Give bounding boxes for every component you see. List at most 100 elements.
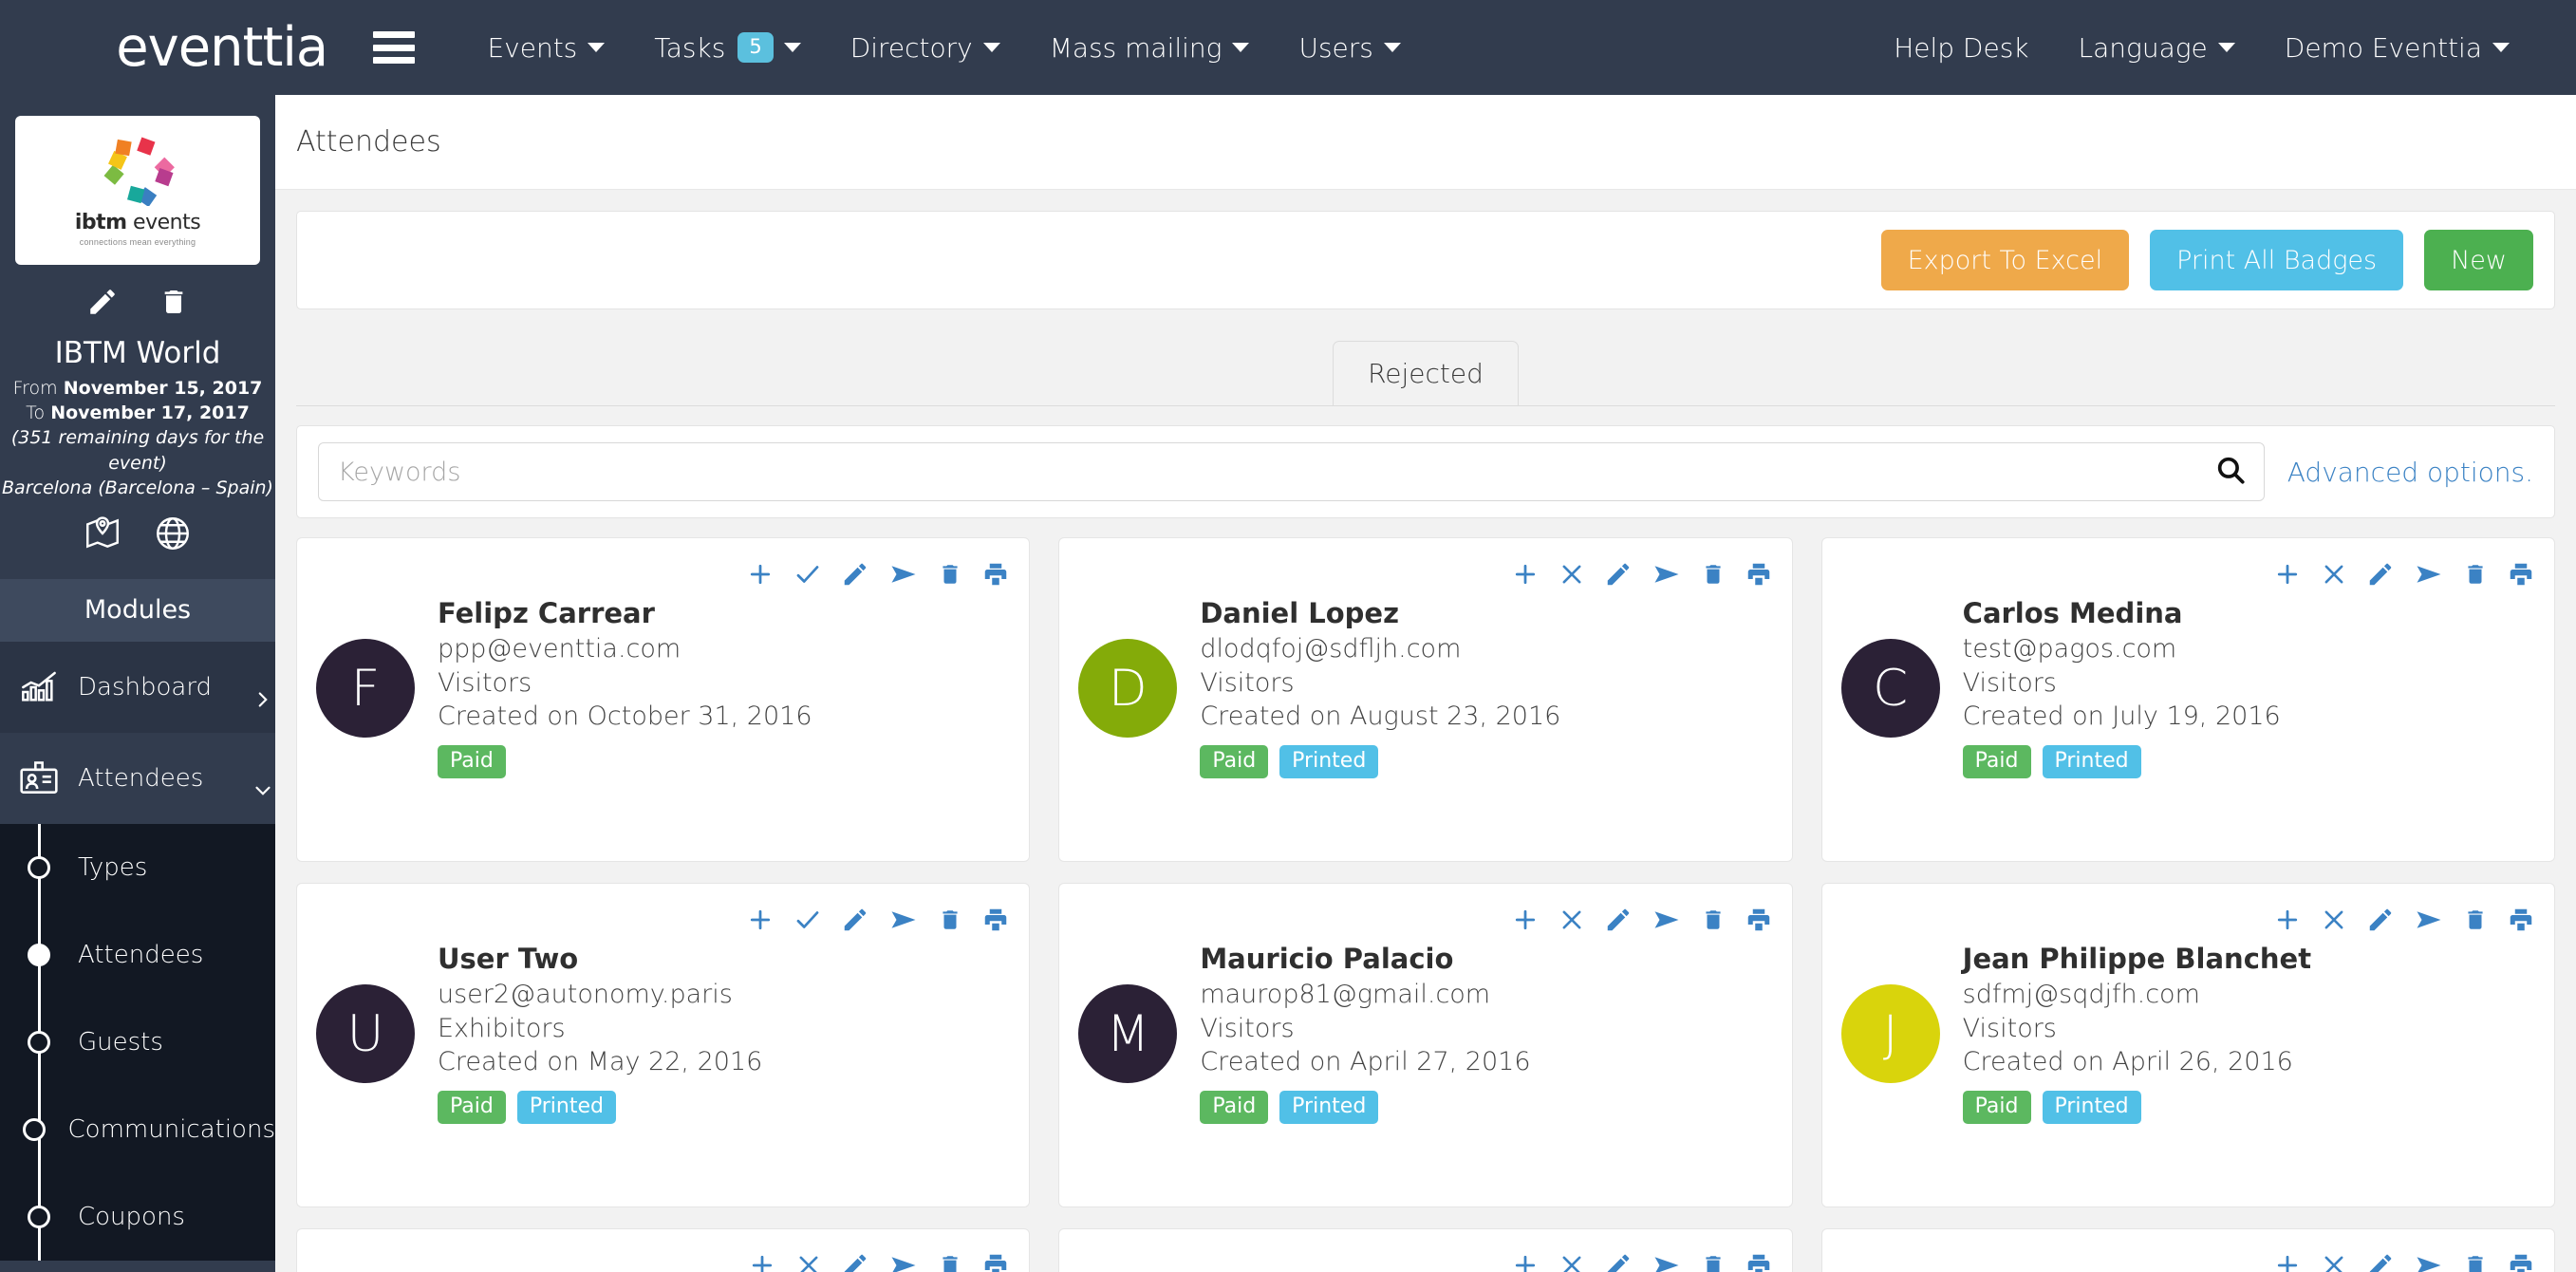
trash-icon[interactable]	[1701, 1251, 1726, 1272]
plus-icon[interactable]	[746, 560, 775, 589]
nav-item-users[interactable]: Users	[1274, 32, 1425, 64]
attendee-card[interactable]: CCarlos Medinatest@pagos.comVisitorsCrea…	[1821, 537, 2555, 862]
status-badges: PaidPrinted	[1963, 745, 2535, 778]
globe-icon[interactable]	[153, 514, 193, 558]
pencil-icon[interactable]	[841, 560, 869, 589]
attendee-card[interactable]	[1821, 1228, 2555, 1272]
plus-icon[interactable]	[1511, 1251, 1540, 1272]
trash-icon[interactable]	[938, 560, 962, 589]
send-icon[interactable]	[1652, 906, 1682, 934]
sidebar-subitem-coupons[interactable]: Coupons	[0, 1173, 275, 1261]
nav-item-events[interactable]: Events	[462, 32, 629, 64]
pencil-icon[interactable]	[2366, 1251, 2395, 1272]
attendee-card[interactable]: UUser Twouser2@autonomy.parisExhibitorsC…	[296, 883, 1030, 1207]
card-action-bar	[316, 1244, 1010, 1272]
attendee-email: dlodqfoj@sdfljh.com	[1200, 632, 1772, 666]
tab-rejected[interactable]: Rejected	[1333, 341, 1519, 405]
sidebar-subitem-communications[interactable]: Communications	[0, 1086, 275, 1173]
send-icon[interactable]	[2414, 906, 2444, 934]
brand-logo[interactable]: eventtia	[116, 21, 327, 75]
printer-icon[interactable]	[1745, 906, 1773, 934]
send-icon[interactable]	[1652, 1251, 1682, 1272]
send-icon[interactable]	[888, 906, 919, 934]
printer-icon[interactable]	[981, 560, 1010, 589]
sidebar-item-dashboard[interactable]: Dashboard	[0, 642, 275, 733]
send-icon[interactable]	[2414, 560, 2444, 589]
sidebar-subitem-attendees[interactable]: Attendees	[0, 911, 275, 999]
main-content: Attendees Export To Excel Print All Badg…	[275, 95, 2576, 1272]
plus-icon[interactable]	[748, 1251, 776, 1272]
x-icon[interactable]	[795, 1252, 822, 1272]
export-to-excel-button[interactable]: Export To Excel	[1881, 230, 2130, 290]
printer-icon[interactable]	[2507, 906, 2535, 934]
attendee-email: user2@autonomy.paris	[438, 978, 1010, 1012]
x-icon[interactable]	[1559, 561, 1585, 588]
nav-item-help-desk[interactable]: Help Desk	[1869, 32, 2053, 64]
badge-id-icon	[9, 758, 68, 799]
send-icon[interactable]	[888, 1251, 919, 1272]
search-input[interactable]	[338, 458, 2214, 487]
plus-icon[interactable]	[2273, 1251, 2302, 1272]
attendee-card[interactable]: FFelipz Carrearppp@eventtia.comVisitorsC…	[296, 537, 1030, 862]
x-icon[interactable]	[2321, 1252, 2347, 1272]
send-icon[interactable]	[888, 560, 919, 589]
printer-icon[interactable]	[2507, 1251, 2535, 1272]
printer-icon[interactable]	[981, 906, 1010, 934]
plus-icon[interactable]	[746, 906, 775, 934]
card-info: Carlos Medinatest@pagos.comVisitorsCreat…	[1963, 597, 2535, 778]
x-icon[interactable]	[2321, 907, 2347, 933]
sidebar-subitem-types[interactable]: Types	[0, 824, 275, 911]
send-icon[interactable]	[2414, 1251, 2444, 1272]
map-icon[interactable]	[83, 514, 122, 558]
trash-icon[interactable]	[159, 286, 189, 323]
trash-icon[interactable]	[2463, 1251, 2488, 1272]
sidebar-item-attendees[interactable]: Attendees	[0, 733, 275, 824]
search-icon[interactable]	[2214, 454, 2247, 491]
nav-item-demo-eventtia[interactable]: Demo Eventtia	[2260, 32, 2534, 64]
nav-item-directory[interactable]: Directory	[826, 32, 1025, 64]
sidebar-subitem-guests[interactable]: Guests	[0, 999, 275, 1086]
attendee-card[interactable]: DDaniel Lopezdlodqfoj@sdfljh.comVisitors…	[1058, 537, 1792, 862]
pencil-icon[interactable]	[1604, 560, 1633, 589]
nav-item-tasks[interactable]: Tasks5	[629, 32, 825, 64]
printer-icon[interactable]	[2507, 560, 2535, 589]
status-badge: Printed	[2043, 1091, 2141, 1124]
trash-icon[interactable]	[938, 1251, 962, 1272]
pencil-icon[interactable]	[1604, 906, 1633, 934]
pencil-icon[interactable]	[2366, 906, 2395, 934]
pencil-icon[interactable]	[841, 906, 869, 934]
attendee-card[interactable]	[296, 1228, 1030, 1272]
nav-item-mass-mailing[interactable]: Mass mailing	[1025, 32, 1275, 64]
pencil-icon[interactable]	[1604, 1251, 1633, 1272]
send-icon[interactable]	[1652, 560, 1682, 589]
attendee-card[interactable]: JJean Philippe Blanchetsdfmj@sqdjfh.comV…	[1821, 883, 2555, 1207]
attendee-card[interactable]: MMauricio Palaciomaurop81@gmail.comVisit…	[1058, 883, 1792, 1207]
x-icon[interactable]	[1559, 907, 1585, 933]
nav-item-language[interactable]: Language	[2054, 32, 2260, 64]
printer-icon[interactable]	[1745, 1251, 1773, 1272]
new-button[interactable]: New	[2424, 230, 2533, 290]
pencil-icon[interactable]	[86, 286, 119, 323]
trash-icon[interactable]	[1701, 906, 1726, 934]
printer-icon[interactable]	[981, 1251, 1010, 1272]
pencil-icon[interactable]	[841, 1251, 869, 1272]
x-icon[interactable]	[1559, 1252, 1585, 1272]
trash-icon[interactable]	[1701, 560, 1726, 589]
hamburger-icon[interactable]	[373, 31, 415, 64]
plus-icon[interactable]	[1511, 560, 1540, 589]
trash-icon[interactable]	[2463, 906, 2488, 934]
plus-icon[interactable]	[1511, 906, 1540, 934]
trash-icon[interactable]	[2463, 560, 2488, 589]
attendee-card[interactable]	[1058, 1228, 1792, 1272]
x-icon[interactable]	[2321, 561, 2347, 588]
print-all-badges-button[interactable]: Print All Badges	[2150, 230, 2403, 290]
trash-icon[interactable]	[938, 906, 962, 934]
advanced-options-link[interactable]: Advanced options.	[2287, 457, 2533, 488]
check-icon[interactable]	[793, 906, 822, 934]
search-box[interactable]	[318, 442, 2265, 501]
plus-icon[interactable]	[2273, 560, 2302, 589]
plus-icon[interactable]	[2273, 906, 2302, 934]
pencil-icon[interactable]	[2366, 560, 2395, 589]
check-icon[interactable]	[793, 560, 822, 589]
printer-icon[interactable]	[1745, 560, 1773, 589]
